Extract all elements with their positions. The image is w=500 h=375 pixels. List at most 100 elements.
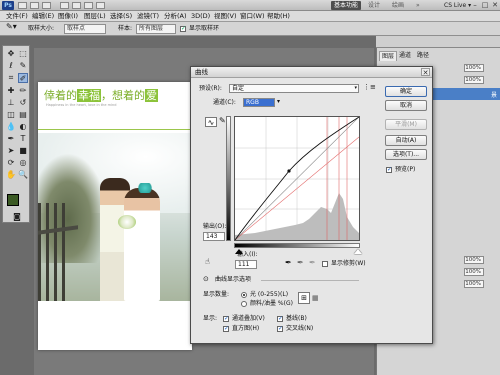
curve-control-point — [287, 169, 291, 173]
cs-live-button[interactable]: CS Live ▾ — [444, 1, 471, 10]
channel-select[interactable]: RGB — [243, 98, 275, 107]
bridge-icon[interactable] — [18, 2, 27, 9]
sample-size-select[interactable]: 取样点 — [64, 24, 106, 34]
detailed-grid-icon[interactable]: ▦ — [312, 293, 319, 303]
input-field[interactable]: 111 — [235, 260, 257, 269]
menu-filter[interactable]: 滤镜(T) — [137, 12, 159, 21]
menu-analysis[interactable]: 分析(A) — [164, 12, 187, 21]
intersection-line-checkbox[interactable]: ✓ — [277, 326, 283, 332]
3d-rotate-icon[interactable]: ⟳ — [6, 158, 16, 168]
quick-select-tool-icon[interactable]: ✎ — [18, 61, 28, 71]
menu-help[interactable]: 帮助(H) — [267, 12, 290, 21]
output-field[interactable]: 143 — [203, 232, 225, 241]
hand-tool-icon[interactable]: ✋ — [6, 170, 16, 180]
black-eyedropper-icon[interactable]: ✒ — [285, 259, 292, 267]
curves-graph[interactable] — [234, 116, 360, 241]
opacity-field-3[interactable]: 100% — [464, 280, 484, 288]
eyedropper-tool-icon[interactable]: ✐ — [18, 73, 28, 83]
shape-tool-icon[interactable]: ■ — [18, 146, 28, 156]
close-icon[interactable]: ✕ — [421, 68, 430, 77]
white-point-slider[interactable] — [354, 249, 362, 254]
foreground-color-swatch[interactable] — [7, 194, 19, 206]
pen-tool-icon[interactable]: ✒ — [6, 134, 16, 144]
menu-window[interactable]: 窗口(W) — [240, 12, 265, 21]
minimize-button[interactable]: – — [470, 1, 480, 9]
document-page[interactable]: 倖着的幸福，想着的爱 Happiness in the heart, love … — [38, 82, 192, 350]
type-tool-icon[interactable]: T — [18, 134, 28, 144]
options-button[interactable]: 选项(T)... — [385, 149, 427, 160]
show-clipping-checkbox[interactable] — [322, 261, 328, 267]
light-label: 光 (0-255)(L) — [250, 291, 289, 298]
lasso-tool-icon[interactable]: ℓ — [6, 61, 16, 71]
workspace-more-link[interactable]: » — [416, 1, 420, 10]
hand-tool-icon[interactable] — [72, 2, 81, 9]
cancel-button[interactable]: 取消 — [385, 100, 427, 111]
menu-image[interactable]: 图像(I) — [58, 12, 78, 21]
document-divider — [38, 129, 192, 130]
smooth-button[interactable]: 平滑(M) — [385, 119, 427, 130]
maximize-button[interactable]: □ — [480, 1, 490, 9]
fill-field-2[interactable]: 100% — [464, 268, 484, 276]
menu-view[interactable]: 视图(V) — [214, 12, 237, 21]
view-extras-icon[interactable] — [42, 2, 51, 9]
show-sampling-ring-checkbox[interactable]: ✓ — [180, 26, 186, 32]
sample-select[interactable]: 所有图层 — [136, 24, 176, 34]
channel-overlays-checkbox[interactable]: ✓ — [223, 316, 229, 322]
dodge-tool-icon[interactable]: ◐ — [18, 122, 28, 132]
menu-layer[interactable]: 图层(L) — [84, 12, 106, 21]
curves-dialog-title: 曲线 — [195, 68, 208, 76]
menu-file[interactable]: 文件(F) — [6, 12, 28, 21]
preset-select[interactable]: 自定 ▾ — [229, 84, 359, 93]
close-button[interactable]: ✕ — [490, 1, 500, 9]
tab-paths[interactable]: 路径 — [415, 51, 431, 60]
eyedropper-tool-icon[interactable]: ✎▾ — [6, 23, 17, 31]
gradient-tool-icon[interactable]: ▤ — [18, 110, 28, 120]
menu-3d[interactable]: 3D(D) — [191, 12, 210, 21]
auto-button[interactable]: 自动(A) — [385, 135, 427, 146]
tab-layers[interactable]: 图层 — [379, 51, 398, 61]
simple-grid-icon[interactable]: ⊞ — [298, 292, 310, 304]
workspace-essentials-button[interactable]: 基本功能 — [331, 1, 361, 10]
baseline-checkbox[interactable]: ✓ — [277, 316, 283, 322]
history-brush-icon[interactable]: ↺ — [18, 98, 28, 108]
opacity-field-2[interactable]: 100% — [464, 256, 484, 264]
chevron-down-icon[interactable]: ⊙ — [203, 275, 209, 283]
preview-checkbox[interactable]: ✓ — [386, 167, 392, 173]
workspace-design-link[interactable]: 设计 — [368, 1, 380, 10]
3d-orbit-icon[interactable]: ◎ — [18, 158, 28, 168]
fill-field[interactable]: 100% — [464, 76, 484, 84]
mini-bridge-icon[interactable] — [30, 2, 39, 9]
clone-stamp-icon[interactable]: ⊥ — [6, 98, 16, 108]
light-radio[interactable] — [241, 292, 247, 298]
path-select-icon[interactable]: ➤ — [6, 146, 16, 156]
pencil-icon[interactable]: ✎ — [219, 117, 226, 125]
screen-mode-icon[interactable] — [96, 2, 105, 9]
tab-channels[interactable]: 通道 — [397, 51, 413, 60]
arrange-documents-icon[interactable] — [84, 2, 93, 9]
pigment-radio[interactable] — [241, 301, 247, 307]
preset-options-icon[interactable]: ⋮≡ — [363, 83, 376, 91]
gray-eyedropper-icon[interactable]: ✒ — [297, 259, 304, 267]
menu-bar: 文件(F) 编辑(E) 图像(I) 图层(L) 选择(S) 滤镜(T) 分析(A… — [0, 11, 500, 22]
quick-mask-icon[interactable]: ◙ — [12, 212, 22, 222]
zoom-tool-icon[interactable]: 🔍 — [18, 170, 28, 180]
chevron-down-icon[interactable]: ▾ — [277, 98, 280, 106]
curve-edit-icon[interactable]: ∿ — [205, 117, 217, 127]
wedding-photo — [38, 133, 192, 301]
menu-select[interactable]: 选择(S) — [110, 12, 132, 21]
brush-tool-icon[interactable]: ✏ — [18, 86, 28, 96]
white-eyedropper-icon[interactable]: ✒ — [309, 259, 316, 267]
zoom-level-icon[interactable] — [60, 2, 69, 9]
menu-edit[interactable]: 编辑(E) — [32, 12, 54, 21]
marquee-tool-icon[interactable]: ⬚ — [18, 49, 28, 59]
healing-brush-icon[interactable]: ✚ — [6, 86, 16, 96]
blur-tool-icon[interactable]: 💧 — [6, 122, 16, 132]
ok-button[interactable]: 确定 — [385, 86, 427, 97]
on-image-adjust-icon[interactable]: ☝ — [205, 258, 210, 266]
eraser-tool-icon[interactable]: ◫ — [6, 110, 16, 120]
histogram-checkbox[interactable]: ✓ — [223, 326, 229, 332]
opacity-field[interactable]: 100% — [464, 64, 484, 72]
move-tool-icon[interactable]: ✥ — [6, 49, 16, 59]
crop-tool-icon[interactable]: ⌗ — [6, 73, 16, 83]
workspace-painting-link[interactable]: 绘画 — [392, 1, 404, 10]
